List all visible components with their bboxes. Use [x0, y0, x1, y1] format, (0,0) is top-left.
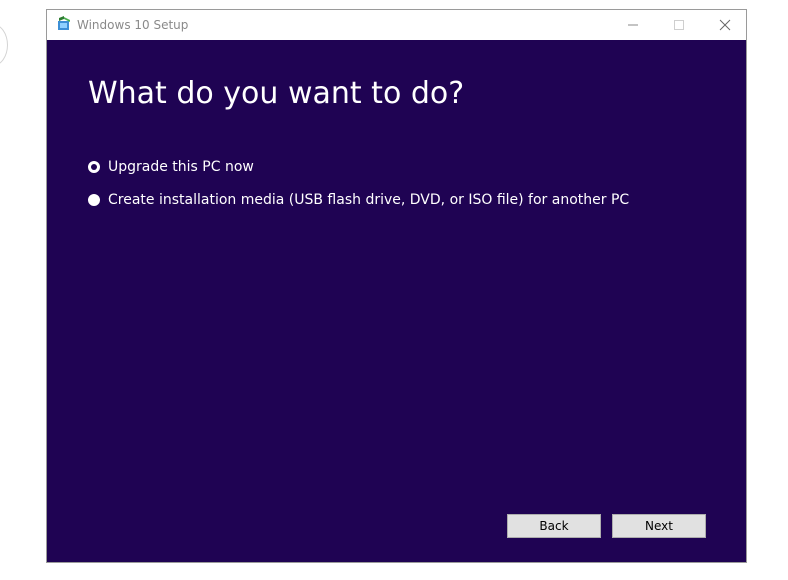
option-create-media-label: Create installation media (USB flash dri… [108, 192, 630, 208]
next-button[interactable]: Next [612, 514, 706, 538]
radio-create-media[interactable] [88, 194, 100, 206]
maximize-button[interactable] [656, 10, 702, 40]
radio-upgrade-pc-selected[interactable] [88, 161, 100, 173]
back-button[interactable]: Back [507, 514, 601, 538]
option-upgrade-label: Upgrade this PC now [108, 159, 254, 175]
setup-window: Windows 10 Setup What do you want to do?… [46, 9, 747, 563]
window-title: Windows 10 Setup [77, 18, 189, 32]
minimize-button[interactable] [610, 10, 656, 40]
page-heading: What do you want to do? [88, 76, 465, 111]
background-window-edge [0, 24, 8, 66]
title-bar[interactable]: Windows 10 Setup [47, 10, 746, 40]
minimize-icon [628, 24, 638, 26]
option-upgrade-pc[interactable]: Upgrade this PC now [88, 157, 254, 177]
maximize-icon [674, 20, 684, 30]
windows-setup-icon [56, 16, 72, 32]
close-icon [719, 19, 731, 31]
close-button[interactable] [702, 10, 746, 40]
option-create-media[interactable]: Create installation media (USB flash dri… [88, 190, 629, 210]
setup-content: What do you want to do? Upgrade this PC … [47, 40, 746, 562]
